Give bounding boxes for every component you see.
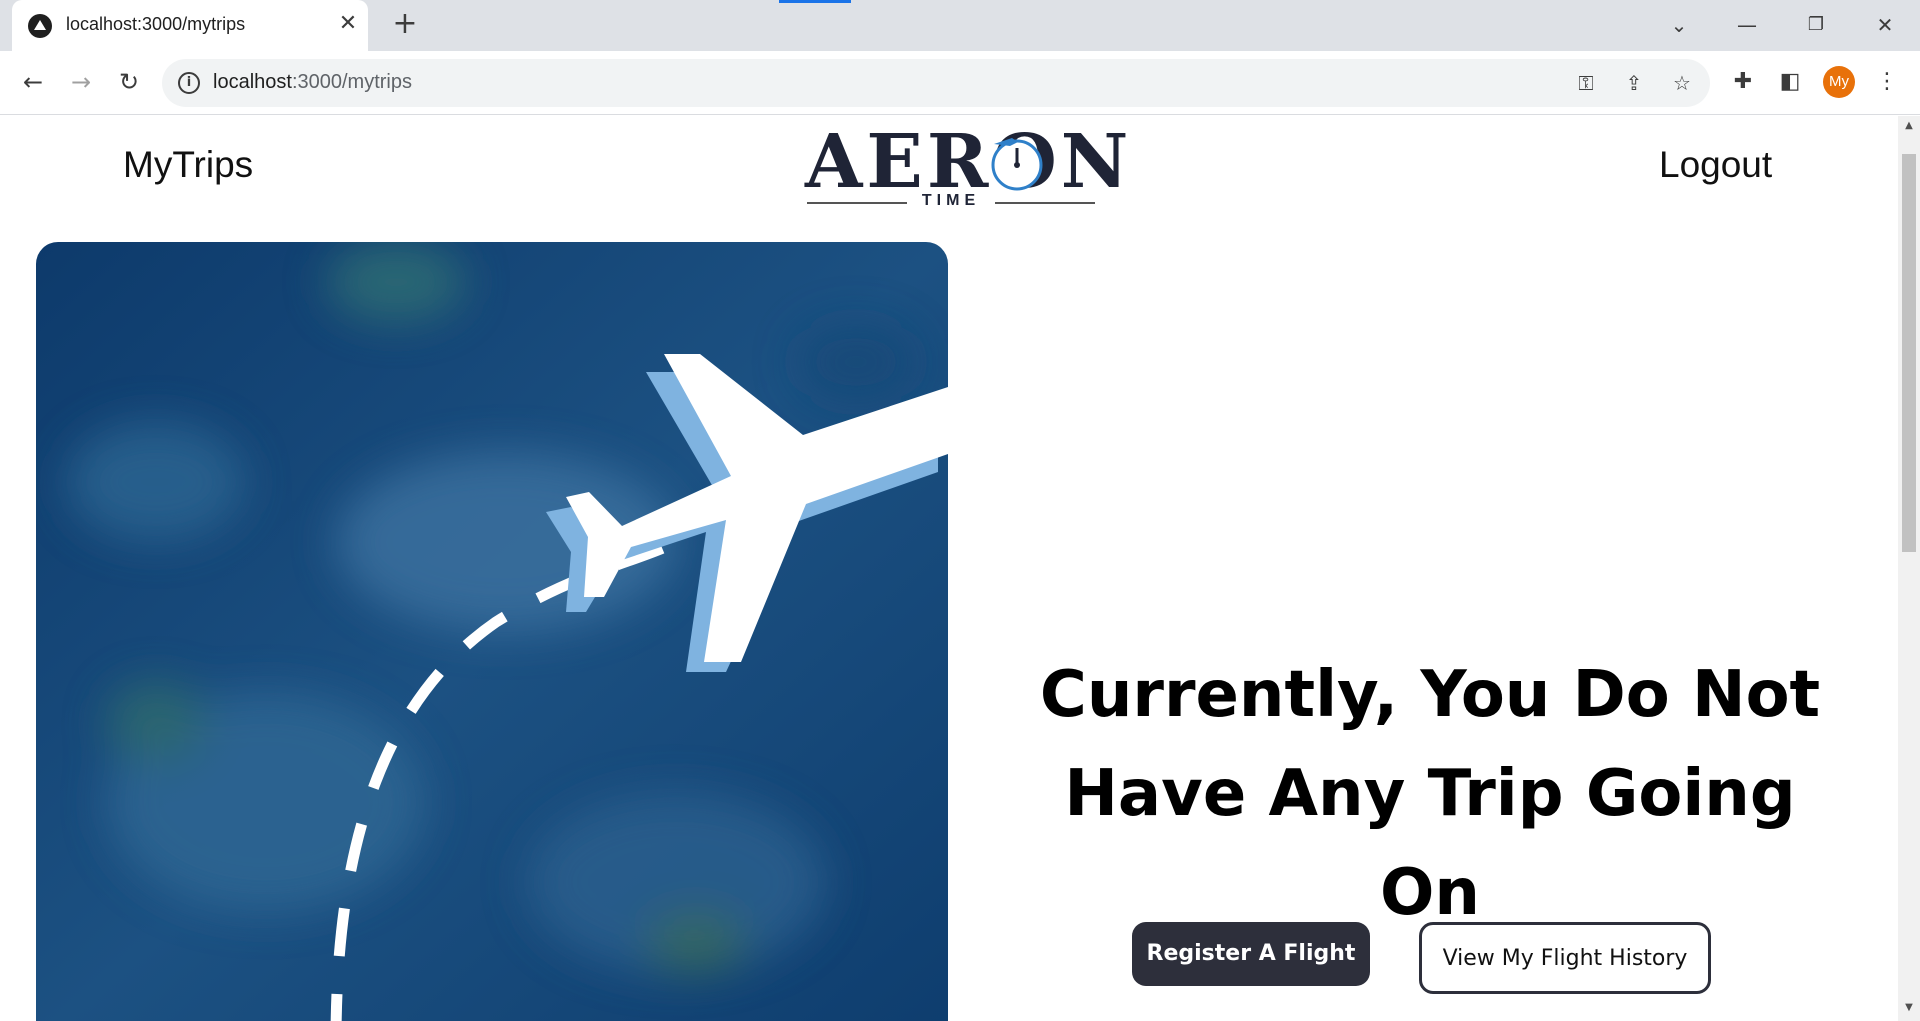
menu-kebab-icon[interactable]: ⋮ — [1870, 65, 1904, 99]
scroll-down-icon[interactable]: ▼ — [1903, 1002, 1915, 1013]
empty-state-line1: Currently, You Do Not — [1039, 658, 1821, 732]
tab-search-icon[interactable]: ⌄ — [1662, 8, 1696, 42]
logo-clock-icon — [991, 138, 1043, 191]
nav-mytrips-link[interactable]: MyTrips — [123, 144, 253, 186]
logo-wordmark: AERON — [805, 119, 1133, 205]
scroll-thumb[interactable] — [1902, 154, 1916, 552]
address-bar[interactable]: i localhost:3000/mytrips ⚿ ⇪ ☆ — [162, 59, 1710, 107]
tab-strip: localhost:3000/mytrips ✕ + ⌄ — ❐ ✕ — [0, 0, 1920, 51]
share-icon[interactable]: ⇪ — [1620, 69, 1648, 97]
extensions-icon[interactable]: ✚ — [1726, 65, 1760, 99]
reload-icon[interactable]: ↻ — [112, 65, 146, 99]
forward-icon[interactable]: → — [64, 65, 98, 99]
url-host: localhost — [213, 71, 292, 93]
close-window-icon[interactable]: ✕ — [1868, 8, 1902, 42]
profile-avatar[interactable]: My — [1823, 66, 1855, 98]
close-tab-icon[interactable]: ✕ — [334, 10, 362, 38]
url-path: :3000/mytrips — [291, 71, 412, 93]
page-viewport: MyTrips AERON TIME Logout Currently, You… — [0, 116, 1898, 1021]
restore-icon[interactable]: ❐ — [1799, 8, 1833, 42]
minimize-icon[interactable]: — — [1730, 8, 1764, 42]
browser-toolbar: ← → ↻ i localhost:3000/mytrips ⚿ ⇪ ☆ ✚ ◧… — [0, 51, 1920, 115]
browser-tab[interactable]: localhost:3000/mytrips ✕ — [12, 0, 368, 51]
new-tab-icon[interactable]: + — [390, 9, 420, 39]
page-scrollbar[interactable]: ▲ ▼ — [1898, 116, 1920, 1021]
back-icon[interactable]: ← — [16, 65, 50, 99]
bookmark-star-icon[interactable]: ☆ — [1668, 69, 1696, 97]
loading-indicator — [779, 0, 851, 3]
side-panel-icon[interactable]: ◧ — [1773, 65, 1807, 99]
password-key-icon[interactable]: ⚿ — [1572, 69, 1600, 97]
site-info-icon[interactable]: i — [178, 72, 200, 94]
aeron-time-logo[interactable]: AERON TIME — [805, 122, 1128, 212]
logo-subtitle: TIME — [921, 192, 981, 209]
airplane-illustration — [36, 242, 948, 1021]
empty-state-line2: Have Any Trip Going On — [1064, 757, 1796, 930]
hero-illustration — [36, 242, 948, 1021]
logout-link[interactable]: Logout — [1659, 144, 1772, 186]
url-text[interactable]: localhost:3000/mytrips — [213, 71, 412, 94]
view-flight-history-button[interactable]: View My Flight History — [1419, 922, 1711, 994]
empty-state-heading: Currently, You Do Not Have Any Trip Goin… — [1030, 646, 1830, 943]
favicon-icon — [28, 14, 52, 38]
register-flight-button[interactable]: Register A Flight — [1132, 922, 1370, 986]
tab-title: localhost:3000/mytrips — [66, 14, 246, 34]
scroll-up-icon[interactable]: ▲ — [1903, 120, 1915, 131]
